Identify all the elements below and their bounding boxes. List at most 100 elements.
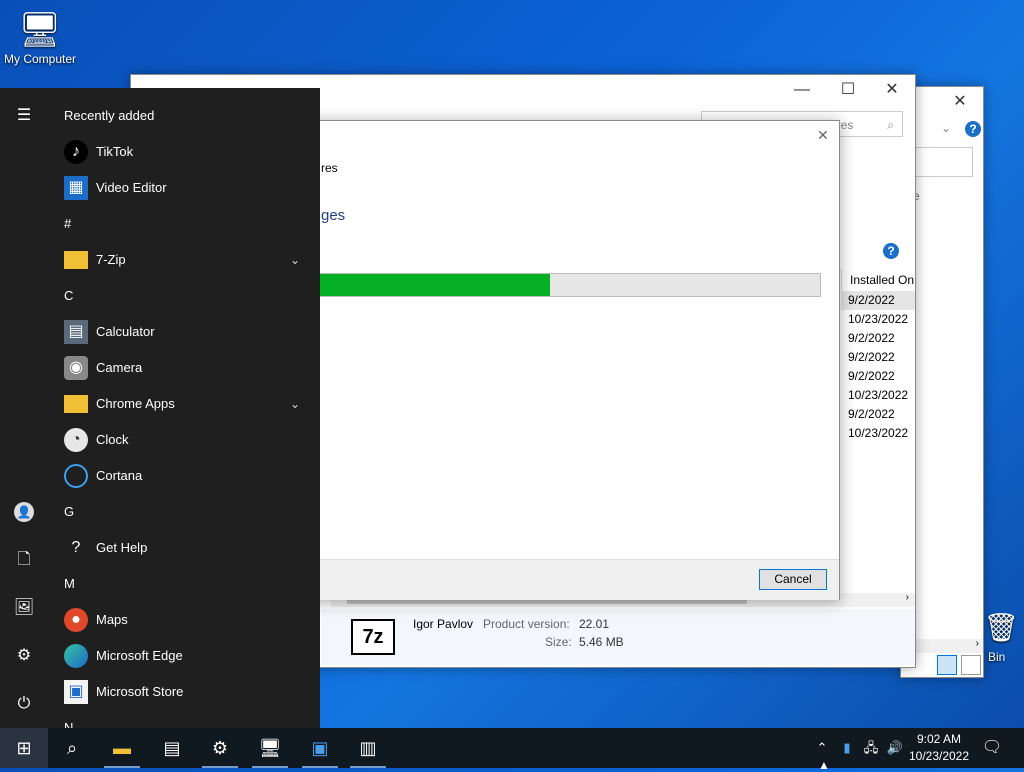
taskbar-programs-features[interactable]: ▣ <box>296 728 344 768</box>
app-video-editor[interactable]: ▦ Video Editor <box>48 170 320 206</box>
file-explorer-icon: ▬ <box>113 738 131 758</box>
app-label: Microsoft Store <box>96 684 184 699</box>
close-icon[interactable]: ✕ <box>869 75 915 105</box>
recycle-bin-desktop-icon[interactable]: 🗑 Bin <box>978 606 1024 664</box>
mouse-cursor-icon: ▲ <box>818 758 830 772</box>
large-icons-view-icon[interactable] <box>961 655 981 675</box>
taskbar: ⊞ ⌕ ▬ ▤ ⚙ 🖥 ▣ ▥ ⌃ ▮ 🖧 🔊 9:02 AM 10/23/20… <box>0 728 1024 768</box>
app-maps[interactable]: ● Maps <box>48 602 320 638</box>
section-header[interactable]: M <box>48 566 320 602</box>
settings-icon: ⚙ <box>211 738 229 758</box>
power-icon[interactable]: ⏻ <box>0 680 48 728</box>
pictures-icon[interactable]: 🖼 <box>0 584 48 632</box>
details-view-icon[interactable] <box>937 655 957 675</box>
help-icon[interactable]: ? <box>965 121 981 137</box>
my-computer-label: My Computer <box>3 52 77 66</box>
cancel-button[interactable]: Cancel <box>759 569 827 590</box>
tiktok-icon: ♪ <box>64 140 88 164</box>
table-row[interactable]: 9/2/2022 <box>841 367 915 386</box>
app-label: Chrome Apps <box>96 396 175 411</box>
notification-center-icon[interactable]: 🗨 <box>978 728 1006 768</box>
column-header-installed-on[interactable]: Installed On <box>841 269 915 291</box>
close-icon[interactable]: ✕ <box>937 87 983 117</box>
tray-app-icon[interactable]: ▮ <box>838 728 856 768</box>
section-header[interactable]: N <box>48 710 320 728</box>
scroll-right-icon[interactable]: › <box>976 638 979 649</box>
folder-icon <box>64 251 88 269</box>
hamburger-menu-icon[interactable]: ☰ <box>0 92 48 140</box>
app-label: Cortana <box>96 468 143 483</box>
app-tiktok[interactable]: ♪ TikTok <box>48 134 320 170</box>
chevron-down-icon[interactable]: ⌄ <box>941 121 951 135</box>
clock-time: 9:02 AM <box>916 732 962 746</box>
folder-icon <box>64 395 88 413</box>
table-row[interactable]: 9/2/2022 <box>841 405 915 424</box>
table-row[interactable]: 10/23/2022 <box>841 386 915 405</box>
taskbar-installer[interactable]: ▥ <box>344 728 392 768</box>
cortana-icon <box>64 464 88 488</box>
app-list: Recently added ♪ TikTok ▦ Video Editor #… <box>48 88 320 728</box>
help-icon[interactable]: ? <box>883 243 899 259</box>
table-row[interactable]: 9/2/2022 <box>841 329 915 348</box>
maximize-icon[interactable]: ☐ <box>825 75 871 105</box>
close-icon[interactable]: ✕ <box>817 127 829 144</box>
app-microsoft-store[interactable]: ▣ Microsoft Store <box>48 674 320 710</box>
app-clock[interactable]: ◔ Clock <box>48 422 320 458</box>
chevron-down-icon: ⌄ <box>289 253 300 267</box>
app-label: Microsoft Edge <box>96 648 183 663</box>
search-button[interactable]: ⌕ <box>48 728 96 768</box>
documents-icon[interactable]: 🗋 <box>0 536 48 584</box>
computer-icon: 🖥 <box>258 738 282 758</box>
my-computer-desktop-icon[interactable]: 🖥 My Computer <box>0 8 80 66</box>
search-icon: ⌕ <box>887 118 894 132</box>
start-menu: ☰ 👤 🗋 🖼 ⚙ ⏻ Recently added ♪ TikTok ▦ Vi… <box>0 88 320 728</box>
chevron-down-icon: ⌄ <box>289 397 300 411</box>
app-get-help[interactable]: ? Get Help <box>48 530 320 566</box>
table-row[interactable]: 9/2/2022 <box>841 291 915 310</box>
table-row[interactable]: 9/2/2022 <box>841 348 915 367</box>
app-label: Camera <box>96 360 143 375</box>
clock-icon: ◔ <box>64 428 88 452</box>
clock[interactable]: 9:02 AM 10/23/2022 <box>906 731 972 765</box>
app-label: Video Editor <box>96 180 167 195</box>
get-help-icon: ? <box>71 539 81 556</box>
folder-7zip[interactable]: 7-Zip ⌄ <box>48 242 320 278</box>
search-icon: ⌕ <box>66 738 78 758</box>
section-header[interactable]: C <box>48 278 320 314</box>
size-value: 5.46 MB <box>579 635 624 649</box>
folder-chrome-apps[interactable]: Chrome Apps ⌄ <box>48 386 320 422</box>
table-row[interactable]: 10/23/2022 <box>841 424 915 443</box>
section-header[interactable]: # <box>48 206 320 242</box>
product-version-value: 22.01 <box>579 617 610 631</box>
app-label: Maps <box>96 612 128 627</box>
taskbar-file-explorer[interactable]: ▬ <box>98 728 146 768</box>
address-field[interactable] <box>915 147 973 177</box>
settings-icon[interactable]: ⚙ <box>0 632 48 680</box>
app-camera[interactable]: ◉ Camera <box>48 350 320 386</box>
scroll-right-icon[interactable]: › <box>906 592 909 603</box>
installer-icon: ▥ <box>359 738 377 758</box>
control-panel-icon: ▤ <box>163 738 181 758</box>
recycle-bin-icon: 🗑 <box>983 612 1019 643</box>
app-cortana[interactable]: Cortana <box>48 458 320 494</box>
app-calculator[interactable]: ▤ Calculator <box>48 314 320 350</box>
network-icon[interactable]: 🖧 <box>860 728 882 768</box>
progress-bar <box>319 273 821 297</box>
progress-fill <box>320 274 550 296</box>
product-version-label: Product version: <box>483 617 570 631</box>
volume-icon[interactable]: 🔊 <box>884 728 906 768</box>
size-label: Size: <box>545 635 572 649</box>
user-icon[interactable]: 👤 <box>0 488 48 536</box>
taskbar-control-panel[interactable]: ▤ <box>148 728 196 768</box>
details-pane: 7z Igor Pavlov Product version: 22.01 Si… <box>321 609 915 665</box>
taskbar-settings[interactable]: ⚙ <box>196 728 244 768</box>
section-header[interactable]: G <box>48 494 320 530</box>
table-row[interactable]: 10/23/2022 <box>841 310 915 329</box>
camera-icon: ◉ <box>64 356 88 380</box>
recycle-bin-label: Bin <box>988 650 1006 664</box>
recently-added-header: Recently added <box>64 108 155 123</box>
minimize-icon[interactable]: — <box>779 75 825 105</box>
start-button[interactable]: ⊞ <box>0 728 48 768</box>
taskbar-system[interactable]: 🖥 <box>246 728 294 768</box>
app-microsoft-edge[interactable]: Microsoft Edge <box>48 638 320 674</box>
